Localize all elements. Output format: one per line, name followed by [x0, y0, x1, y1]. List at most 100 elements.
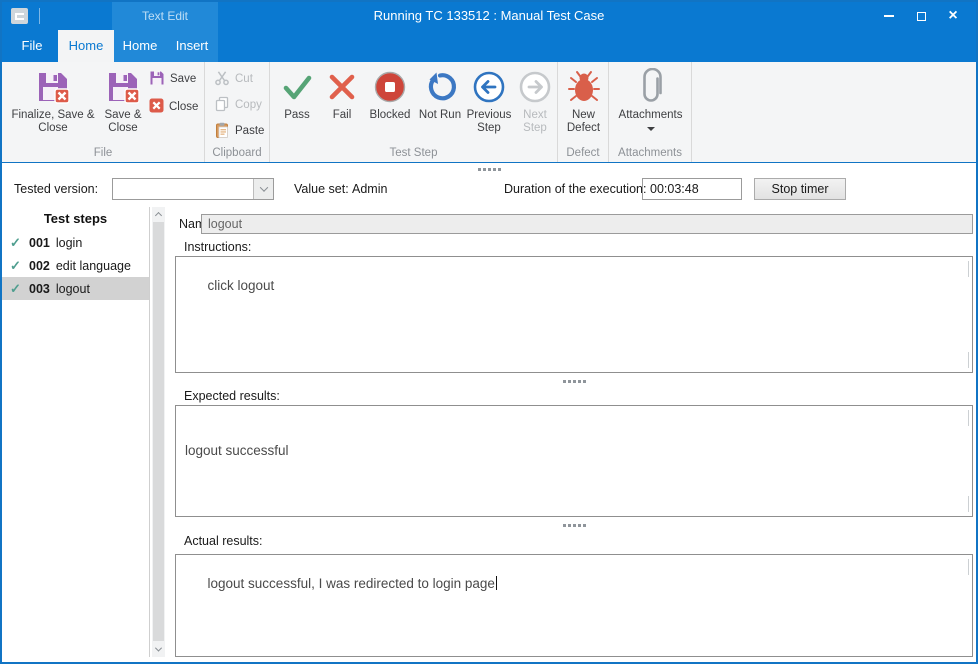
- copy-button: Copy: [214, 95, 262, 115]
- test-steps-panel: Test steps ✓ 001 login ✓ 002 edit langua…: [2, 207, 165, 657]
- cut-button: Cut: [214, 69, 253, 89]
- paperclip-icon: [636, 65, 666, 109]
- blocked-stop-icon: [373, 65, 407, 109]
- window-glyph-icon: [15, 13, 24, 20]
- tested-version-label: Tested version:: [14, 182, 98, 196]
- save-close-icon: [105, 65, 141, 109]
- scroll-up-icon[interactable]: [968, 261, 969, 277]
- step-editor: Name: logout Instructions: click logout …: [175, 207, 973, 657]
- scissors-icon: [214, 70, 230, 89]
- pass-label: Pass: [284, 109, 310, 122]
- actual-results-label: Actual results:: [184, 534, 263, 548]
- fail-label: Fail: [333, 109, 352, 122]
- combobox-dropdown-button[interactable]: [253, 179, 273, 199]
- bug-icon: [568, 65, 600, 109]
- execution-toolbar: Tested version: Value set: Admin Duratio…: [2, 173, 976, 207]
- scroll-up-icon[interactable]: [968, 410, 969, 426]
- contextual-tab-group-header: Text Edit: [112, 2, 218, 30]
- ribbon-group-clipboard: Cut Copy: [205, 62, 270, 162]
- duration-label: Duration of the execution:: [504, 182, 646, 196]
- step-number: 003: [29, 282, 50, 296]
- step-number: 002: [29, 259, 50, 273]
- previous-step-button[interactable]: Previous Step: [464, 64, 514, 144]
- test-step-row-001[interactable]: ✓ 001 login: [2, 231, 149, 254]
- instructions-splitter-handle[interactable]: [175, 377, 973, 385]
- step-number: 001: [29, 236, 50, 250]
- expected-results-textarea[interactable]: logout successful: [175, 405, 973, 517]
- test-step-group-label: Test Step: [270, 147, 557, 159]
- maximize-button[interactable]: [910, 7, 932, 25]
- step-passed-check-icon: ✓: [10, 281, 23, 297]
- fail-button[interactable]: Fail: [320, 64, 364, 144]
- tested-version-combobox[interactable]: [112, 178, 274, 200]
- close-button[interactable]: ×: [942, 7, 964, 25]
- maximize-icon: [917, 12, 926, 21]
- actual-results-textarea[interactable]: logout successful, I was redirected to l…: [175, 554, 973, 657]
- ribbon-group-file: Finalize, Save & Close Save & Close: [2, 62, 205, 162]
- scroll-down-icon[interactable]: [968, 352, 969, 368]
- scrollbar-thumb[interactable]: [153, 222, 164, 641]
- step-label: logout: [56, 282, 90, 296]
- instructions-text: click logout: [208, 278, 275, 293]
- not-run-button[interactable]: Not Run: [416, 64, 464, 144]
- value-set-value: Admin: [352, 182, 387, 196]
- test-step-row-002[interactable]: ✓ 002 edit language: [2, 254, 149, 277]
- save-and-close-button[interactable]: Save & Close: [99, 64, 147, 144]
- window-controls: ×: [878, 2, 964, 30]
- attachments-label: Attachments: [619, 109, 683, 122]
- title-bar: Text Edit Running TC 133512 : Manual Tes…: [2, 2, 976, 30]
- test-steps-scrollbar[interactable]: [152, 207, 165, 657]
- value-set-label: Value set:: [294, 182, 349, 196]
- fail-x-icon: [326, 65, 358, 109]
- tab-contextual-home[interactable]: Home: [114, 30, 166, 62]
- close-x-icon: [149, 98, 164, 116]
- text-cursor: [496, 576, 497, 590]
- tab-home[interactable]: Home: [58, 30, 114, 62]
- save-close-icon: [35, 65, 71, 109]
- copy-pages-icon: [214, 96, 230, 115]
- tab-file[interactable]: File: [10, 30, 54, 62]
- ribbon-group-defect: New Defect Defect: [558, 62, 609, 162]
- blocked-label: Blocked: [370, 109, 411, 122]
- test-step-row-003[interactable]: ✓ 003 logout: [2, 277, 149, 300]
- test-steps-header: Test steps: [2, 207, 149, 231]
- scroll-down-icon[interactable]: [152, 642, 165, 656]
- expected-splitter-handle[interactable]: [175, 521, 973, 529]
- paste-button[interactable]: Paste: [214, 121, 264, 141]
- ribbon-splitter-handle[interactable]: [2, 165, 976, 173]
- pass-check-icon: [280, 65, 314, 109]
- minimize-button[interactable]: [878, 7, 900, 25]
- chevron-down-icon: [259, 183, 267, 191]
- close-ribbon-button[interactable]: Close: [149, 97, 198, 117]
- name-input[interactable]: logout: [201, 214, 973, 234]
- scroll-up-icon[interactable]: [968, 559, 969, 575]
- tab-contextual-insert[interactable]: Insert: [166, 30, 218, 62]
- ribbon-tab-row: File Home Home Insert: [2, 30, 976, 62]
- duration-input[interactable]: 00:03:48: [642, 178, 742, 200]
- attachments-button[interactable]: Attachments: [613, 64, 688, 144]
- ribbon-group-test-step: Pass Fail Blocked: [270, 62, 558, 162]
- scroll-up-icon[interactable]: [152, 208, 165, 222]
- finalize-save-close-button[interactable]: Finalize, Save & Close: [8, 64, 98, 144]
- test-steps-list: Test steps ✓ 001 login ✓ 002 edit langua…: [2, 207, 150, 657]
- scroll-down-icon[interactable]: [968, 496, 969, 512]
- attachments-dropdown-icon[interactable]: [647, 127, 655, 131]
- expected-results-label: Expected results:: [184, 389, 280, 403]
- instructions-textarea[interactable]: click logout: [175, 256, 973, 373]
- file-group-label: File: [2, 147, 204, 159]
- new-defect-button[interactable]: New Defect: [560, 64, 607, 144]
- next-step-label: Next Step: [514, 109, 556, 135]
- pass-button[interactable]: Pass: [274, 64, 320, 144]
- step-label: login: [56, 236, 82, 250]
- minimize-icon: [884, 15, 894, 17]
- step-passed-check-icon: ✓: [10, 235, 23, 251]
- attachments-group-label: Attachments: [609, 147, 691, 159]
- app-icon[interactable]: [11, 8, 28, 24]
- blocked-button[interactable]: Blocked: [364, 64, 416, 144]
- save-button[interactable]: Save: [149, 69, 196, 89]
- stop-timer-button[interactable]: Stop timer: [754, 178, 846, 200]
- step-passed-check-icon: ✓: [10, 258, 23, 274]
- step-label: edit language: [56, 259, 131, 273]
- ribbon-group-attachments: Attachments Attachments: [609, 62, 692, 162]
- not-run-label: Not Run: [419, 109, 461, 122]
